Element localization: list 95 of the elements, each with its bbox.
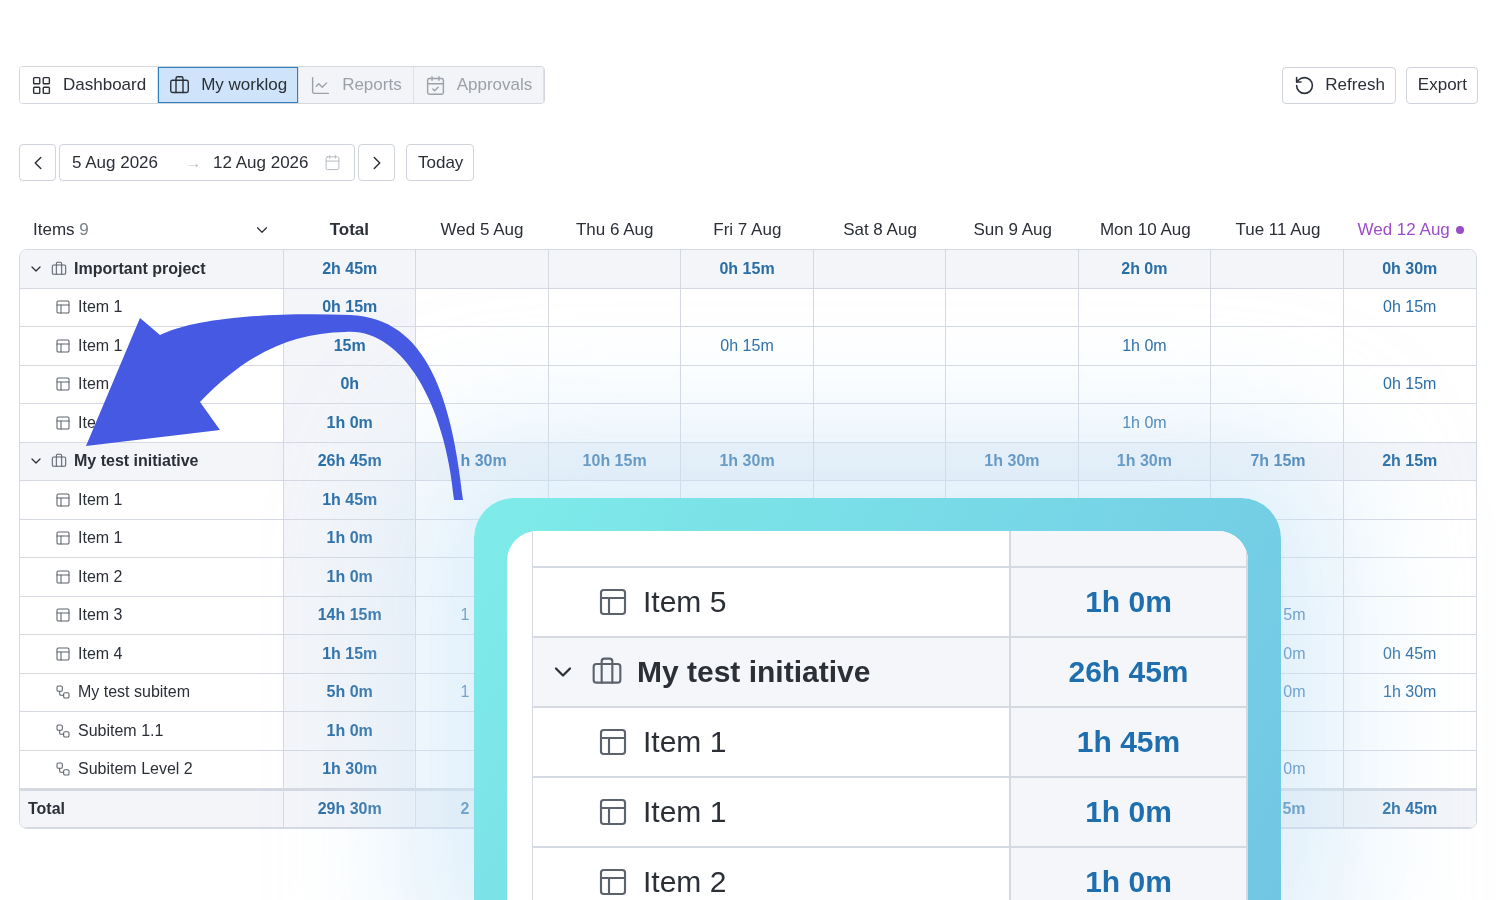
line-chart-icon [310,74,332,96]
arrow-separator: → [186,154,202,171]
panel-icon [55,645,71,662]
column-header: Tue 11 Aug [1235,220,1321,240]
table-cell: 0h 15m [681,250,814,289]
item-name: Item 3 [78,606,123,625]
table-cell: 0h 15m [681,327,814,366]
column-header: Thu 6 Aug [575,220,654,240]
panel-icon [597,796,629,828]
calendar-check-icon [424,74,446,96]
table-cell: 1h 0m [1078,404,1212,443]
subitem-icon [55,761,71,778]
panel-icon [597,586,629,618]
item-name: Item [78,375,110,394]
briefcase-icon [169,74,191,96]
panel-icon [597,726,629,758]
table-cell: 1h 0m [1011,568,1248,638]
item-name: Subitem 1.1 [78,721,164,740]
panel-icon [597,866,629,898]
table-cell: 14h 15m [284,596,417,635]
item-name: Ite [78,413,96,432]
panel-icon [55,491,71,508]
panel-icon [55,299,71,316]
column-header: Total [329,220,369,240]
panel-icon [55,568,71,585]
table-cell: 2h 45m [284,250,417,289]
panel-icon [55,530,71,547]
today-button[interactable]: Today [406,144,475,181]
column-header: Mon 10 Aug [1099,220,1191,240]
briefcase-icon [51,260,67,277]
column-header: Wed 12 Aug [1357,220,1450,240]
panel-icon [55,607,71,624]
item-name: Item 1 [643,795,727,829]
panel-icon [55,414,71,431]
subitem-icon [55,684,71,701]
start-date: 5 Aug 2026 [72,152,159,173]
table-cell: 10h 15m [548,442,682,481]
table-cell: 7h 15m [1211,442,1344,481]
table-cell: 2h 15m [1343,442,1476,481]
table-cell: 1h 30m [681,442,814,481]
briefcase-icon [51,453,67,470]
item-name: Item 1 [643,725,727,759]
table-cell: 5h 0m [284,673,417,712]
nav-tab[interactable]: My worklog [158,67,300,103]
calendar-icon [323,154,341,171]
refresh-button[interactable]: Refresh [1282,66,1396,104]
item-name: Item 1 [78,490,123,509]
table-cell: 26h 45m [1011,638,1248,708]
table-cell: 26h 45m [284,442,417,481]
table-cell: 0h 30m [1343,250,1476,289]
item-name: Important project [74,259,206,278]
item-name: Item 2 [643,865,727,899]
end-date: 12 Aug 2026 [213,152,309,173]
nav-tab[interactable]: Dashboard [20,67,159,103]
table-cell: 0h [284,365,417,404]
table-cell: 1h 0m [1011,778,1248,848]
item-name: Item 1 [78,529,123,548]
table-cell: 1h 30m [1078,442,1212,481]
date-range-field[interactable]: 5 Aug 2026 → 12 Aug 2026 [59,144,355,181]
column-header: Fri 7 Aug [713,220,782,240]
item-name: Item 1 [78,298,123,317]
column-header: Sat 8 Aug [843,220,917,240]
item-name: My test initiative [74,452,199,471]
today-dot [1455,226,1464,234]
panel-icon [55,337,71,354]
table-cell: 1h 0m [284,558,417,597]
table-cell: 2h 0m [1078,250,1212,289]
column-header: Wed 5 Aug [440,220,524,240]
table-cell: 1h 45m [284,481,417,520]
table-cell: 1h 0m [1078,327,1212,366]
table-cell: 1h 0m [284,519,417,558]
total-label: Total [28,799,66,818]
export-button[interactable]: Export [1405,66,1478,104]
table-cell: 1h 0m [284,404,417,443]
refresh-icon [1294,74,1316,96]
item-name: Subitem Level 2 [78,760,193,779]
table-cell: 1h 30m [284,750,417,789]
column-header: Sun 9 Aug [973,220,1052,240]
item-name: Item 2 [78,567,123,586]
table-cell: 29h 30m [284,789,417,828]
table-cell: 2h 45m [1343,789,1476,828]
grid-icon [31,74,52,96]
item-name: Item 4 [78,644,123,663]
item-name: Item 5 [643,585,727,619]
table-cell: 1h 30m [946,442,1079,481]
items-header: Items 9 [33,220,89,240]
subitem-icon [55,722,71,739]
panel-icon [55,376,71,393]
table-cell: 1h 0m [284,712,417,751]
table-cell: 1h 0m [1011,848,1248,900]
item-name: My test initiative [637,655,871,689]
item-name: My test subitem [78,683,191,702]
table-cell: 1h 45m [1011,708,1248,778]
item-name: Item 1 [78,336,123,355]
table-cell: 1h 15m [284,635,417,674]
